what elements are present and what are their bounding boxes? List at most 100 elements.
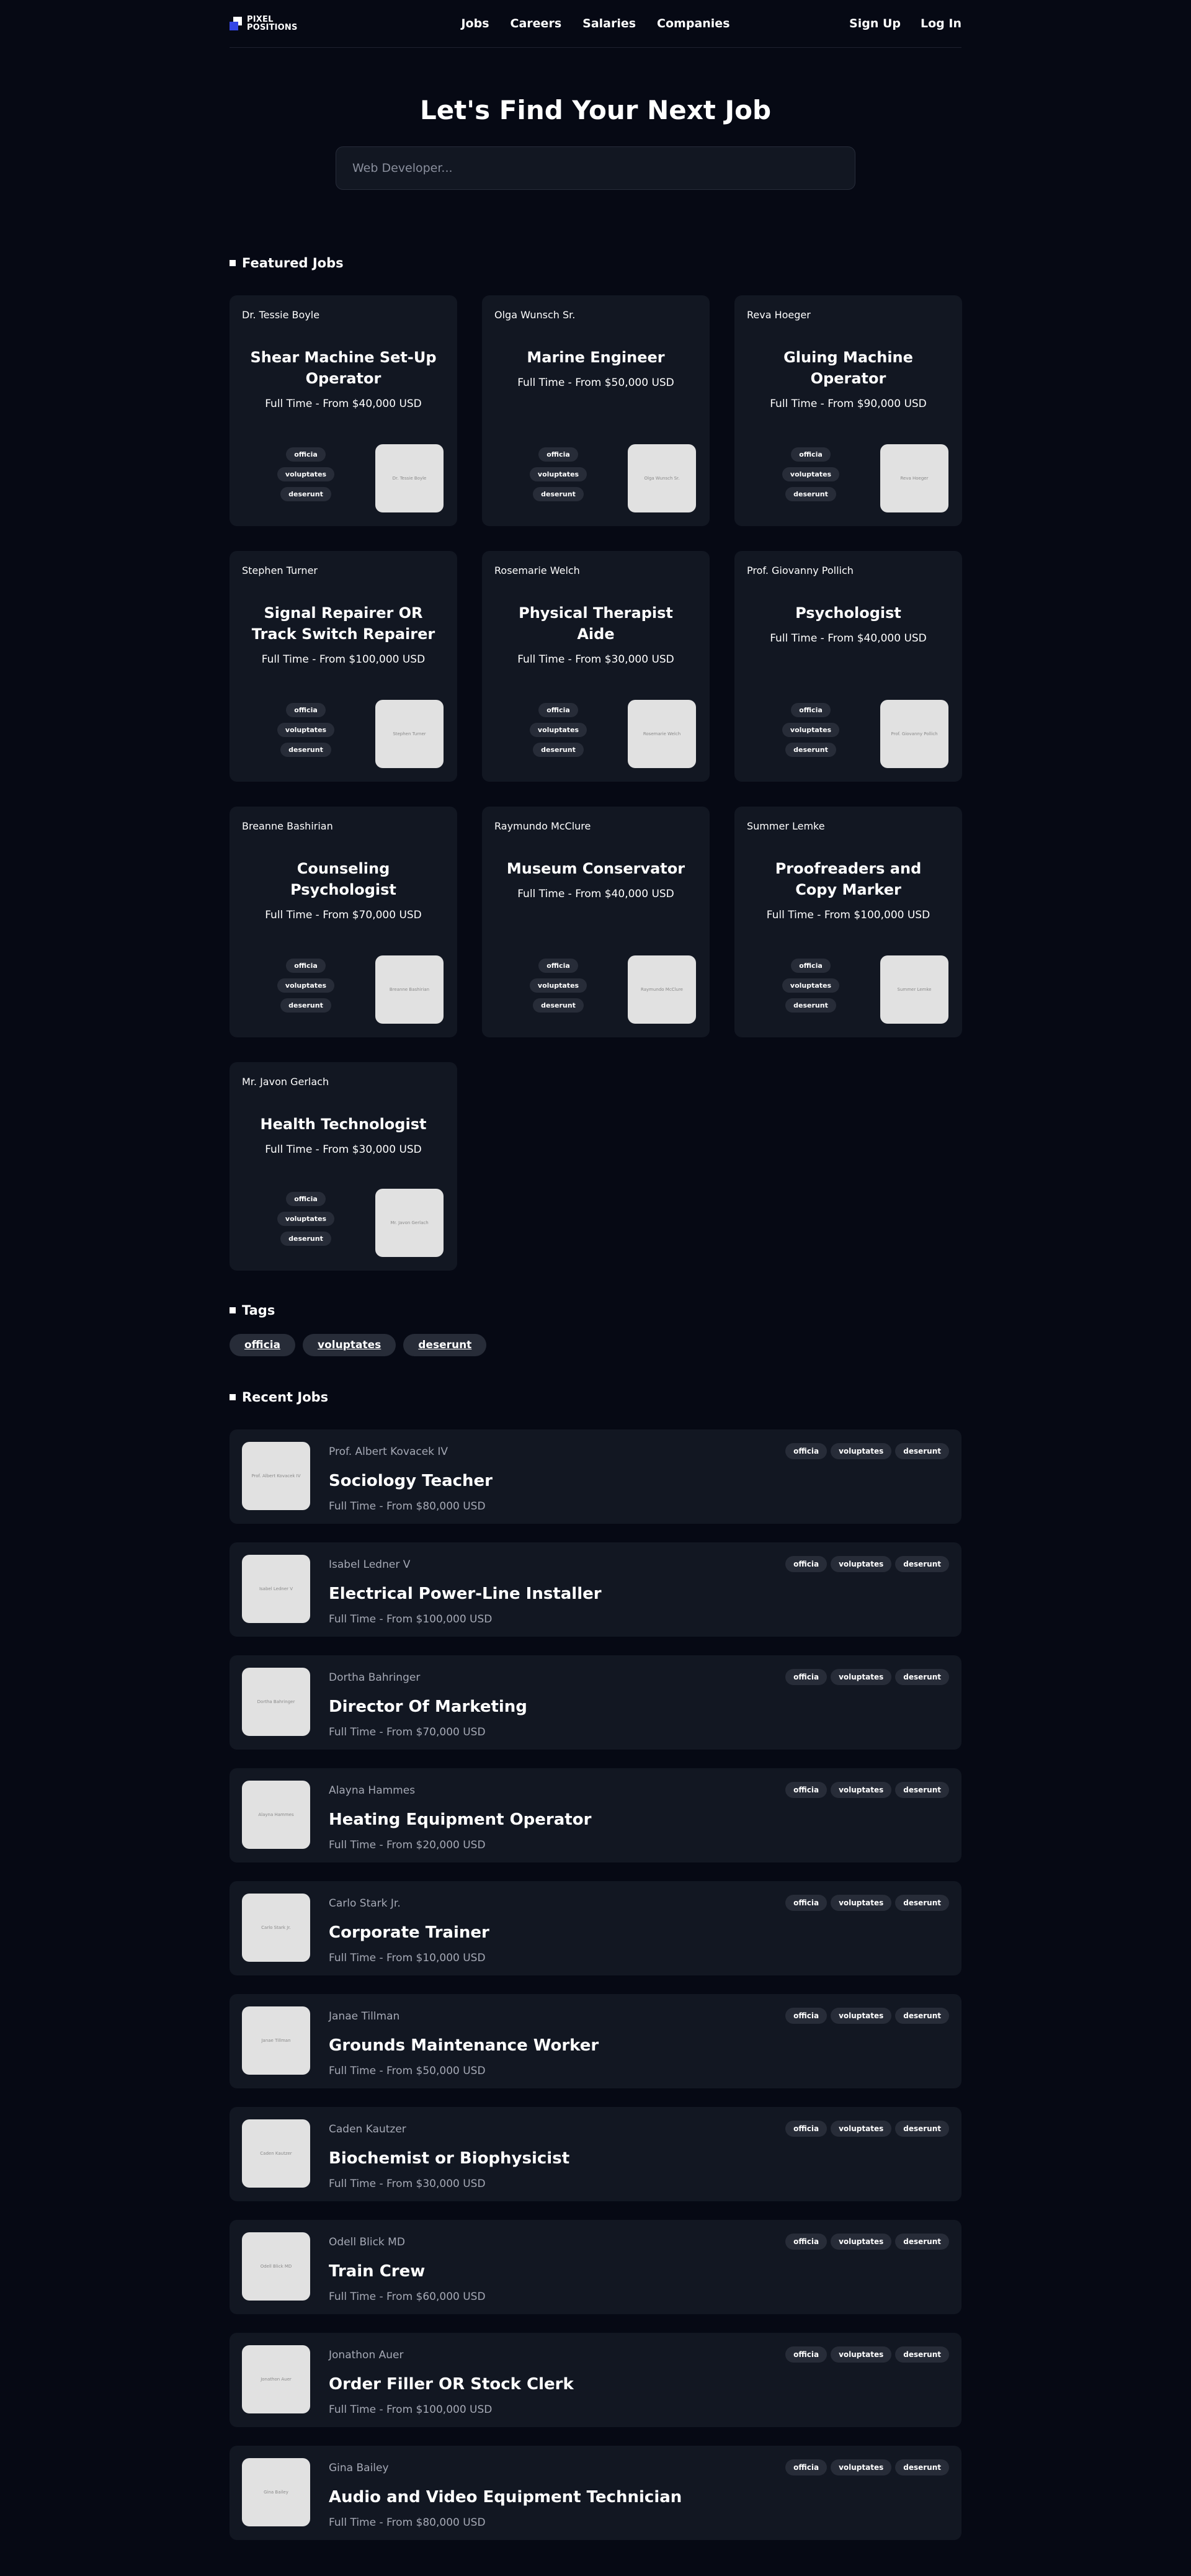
job-title[interactable]: Psychologist <box>747 602 950 624</box>
job-title[interactable]: Counseling Psychologist <box>242 858 445 900</box>
tag-officia[interactable]: officia <box>785 1669 827 1685</box>
featured-job-card[interactable]: Reva Hoeger Gluing Machine Operator Full T… <box>734 295 962 526</box>
job-title[interactable]: Grounds Maintenance Worker <box>329 2036 599 2055</box>
recent-job-row[interactable]: Janae Tillman Janae Tillman Grounds Mainte… <box>230 1994 961 2088</box>
tag-officia[interactable]: officia <box>785 1556 827 1572</box>
featured-job-card[interactable]: Olga Wunsch Sr. Marine Engineer Full Time … <box>482 295 710 526</box>
job-title[interactable]: Gluing Machine Operator <box>747 347 950 389</box>
tag-officia[interactable]: officia <box>785 1895 827 1911</box>
tag-voluptates[interactable]: voluptates <box>529 467 587 481</box>
featured-job-card[interactable]: Stephen Turner Signal Repairer OR Track S… <box>230 551 457 782</box>
tag-officia[interactable]: officia <box>286 1192 326 1206</box>
tag-voluptates[interactable]: voluptates <box>831 1443 892 1459</box>
tag-voluptates[interactable]: voluptates <box>277 467 335 481</box>
tag-voluptates[interactable]: voluptates <box>831 1895 892 1911</box>
log-in-link[interactable]: Log In <box>921 17 961 30</box>
tag-officia[interactable]: officia <box>785 2121 827 2137</box>
featured-job-card[interactable]: Raymundo McClure Museum Conservator Full T… <box>482 807 710 1037</box>
tag-deserunt[interactable]: deserunt <box>533 743 584 757</box>
tag-deserunt[interactable]: deserunt <box>895 2346 949 2363</box>
job-title[interactable]: Proofreaders and Copy Marker <box>747 858 950 900</box>
job-title[interactable]: Audio and Video Equipment Technician <box>329 2488 682 2507</box>
logo-link[interactable]: PIXEL POSITIONS <box>230 16 298 32</box>
recent-job-row[interactable]: Carlo Stark Jr. Carlo Stark Jr. Corporate … <box>230 1881 961 1975</box>
tag-deserunt[interactable]: deserunt <box>533 487 584 501</box>
nav-link-careers[interactable]: Careers <box>511 17 562 30</box>
tag-deserunt[interactable]: deserunt <box>785 487 836 501</box>
nav-link-salaries[interactable]: Salaries <box>582 17 636 30</box>
tag-officia[interactable]: officia <box>538 703 578 717</box>
recent-job-row[interactable]: Alayna Hammes Alayna Hammes Heating Equipm… <box>230 1768 961 1863</box>
featured-job-card[interactable]: Prof. Giovanny Pollich Psychologist Full T… <box>734 551 962 782</box>
tag-officia[interactable]: officia <box>785 2008 827 2024</box>
tag-voluptates[interactable]: voluptates <box>277 723 335 737</box>
tag-deserunt[interactable]: deserunt <box>280 998 331 1013</box>
tag-voluptates[interactable]: voluptates <box>529 978 587 993</box>
recent-job-row[interactable]: Jonathon Auer Jonathon Auer Order Filler O… <box>230 2333 961 2427</box>
recent-job-row[interactable]: Prof. Albert Kovacek IV Prof. Albert Kova… <box>230 1429 961 1524</box>
nav-link-companies[interactable]: Companies <box>657 17 729 30</box>
tag-voluptates[interactable]: voluptates <box>831 2008 892 2024</box>
tag-officia[interactable]: officia <box>286 447 326 462</box>
tag-deserunt[interactable]: deserunt <box>785 998 836 1013</box>
tag-voluptates[interactable]: voluptates <box>831 1669 892 1685</box>
tag-deserunt[interactable]: deserunt <box>895 2234 949 2250</box>
job-title[interactable]: Marine Engineer <box>494 347 697 368</box>
tag-deserunt[interactable]: deserunt <box>895 2121 949 2137</box>
tag-officia[interactable]: officia <box>230 1334 296 1356</box>
featured-job-card[interactable]: Summer Lemke Proofreaders and Copy Marker… <box>734 807 962 1037</box>
featured-job-card[interactable]: Mr. Javon Gerlach Health Technologist Full… <box>230 1062 457 1271</box>
tag-officia[interactable]: officia <box>791 447 831 462</box>
job-title[interactable]: Sociology Teacher <box>329 1472 493 1490</box>
tag-officia[interactable]: officia <box>538 447 578 462</box>
tag-voluptates[interactable]: voluptates <box>782 978 840 993</box>
tag-deserunt[interactable]: deserunt <box>895 2459 949 2475</box>
tag-voluptates[interactable]: voluptates <box>529 723 587 737</box>
tag-deserunt[interactable]: deserunt <box>280 1232 331 1246</box>
tag-voluptates[interactable]: voluptates <box>277 1212 335 1226</box>
tag-voluptates[interactable]: voluptates <box>831 2121 892 2137</box>
nav-link-jobs[interactable]: Jobs <box>461 17 489 30</box>
tag-deserunt[interactable]: deserunt <box>895 1556 949 1572</box>
featured-job-card[interactable]: Breanne Bashirian Counseling Psychologist… <box>230 807 457 1037</box>
tag-officia[interactable]: officia <box>785 1782 827 1798</box>
tag-deserunt[interactable]: deserunt <box>895 2008 949 2024</box>
tag-voluptates[interactable]: voluptates <box>277 978 335 993</box>
job-title[interactable]: Heating Equipment Operator <box>329 1810 591 1829</box>
tag-voluptates[interactable]: voluptates <box>831 1556 892 1572</box>
tag-deserunt[interactable]: deserunt <box>403 1334 487 1356</box>
search-input[interactable]: Web Developer... <box>336 146 855 190</box>
tag-deserunt[interactable]: deserunt <box>280 743 331 757</box>
sign-up-link[interactable]: Sign Up <box>849 17 901 30</box>
tag-deserunt[interactable]: deserunt <box>895 1669 949 1685</box>
tag-officia[interactable]: officia <box>791 959 831 973</box>
job-title[interactable]: Biochemist or Biophysicist <box>329 2149 569 2168</box>
tag-officia[interactable]: officia <box>785 2459 827 2475</box>
job-title[interactable]: Shear Machine Set-Up Operator <box>242 347 445 389</box>
tag-officia[interactable]: officia <box>785 1443 827 1459</box>
job-title[interactable]: Corporate Trainer <box>329 1923 489 1942</box>
tag-officia[interactable]: officia <box>538 959 578 973</box>
recent-job-row[interactable]: Gina Bailey Gina Bailey Audio and Video Eq… <box>230 2446 961 2540</box>
featured-job-card[interactable]: Dr. Tessie Boyle Shear Machine Set-Up Ope… <box>230 295 457 526</box>
tag-deserunt[interactable]: deserunt <box>895 1443 949 1459</box>
job-title[interactable]: Electrical Power-Line Installer <box>329 1585 602 1603</box>
job-title[interactable]: Director Of Marketing <box>329 1697 527 1716</box>
tag-officia[interactable]: officia <box>286 959 326 973</box>
tag-deserunt[interactable]: deserunt <box>280 487 331 501</box>
tag-voluptates[interactable]: voluptates <box>831 1782 892 1798</box>
tag-voluptates[interactable]: voluptates <box>303 1334 396 1356</box>
tag-voluptates[interactable]: voluptates <box>831 2234 892 2250</box>
tag-officia[interactable]: officia <box>286 703 326 717</box>
tag-voluptates[interactable]: voluptates <box>831 2459 892 2475</box>
job-title[interactable]: Health Technologist <box>242 1114 445 1135</box>
tag-deserunt[interactable]: deserunt <box>895 1782 949 1798</box>
tag-deserunt[interactable]: deserunt <box>895 1895 949 1911</box>
job-title[interactable]: Museum Conservator <box>494 858 697 879</box>
tag-deserunt[interactable]: deserunt <box>785 743 836 757</box>
tag-officia[interactable]: officia <box>785 2346 827 2363</box>
job-title[interactable]: Train Crew <box>329 2262 486 2281</box>
tag-voluptates[interactable]: voluptates <box>782 723 840 737</box>
job-title[interactable]: Physical Therapist Aide <box>494 602 697 645</box>
tag-voluptates[interactable]: voluptates <box>782 467 840 481</box>
